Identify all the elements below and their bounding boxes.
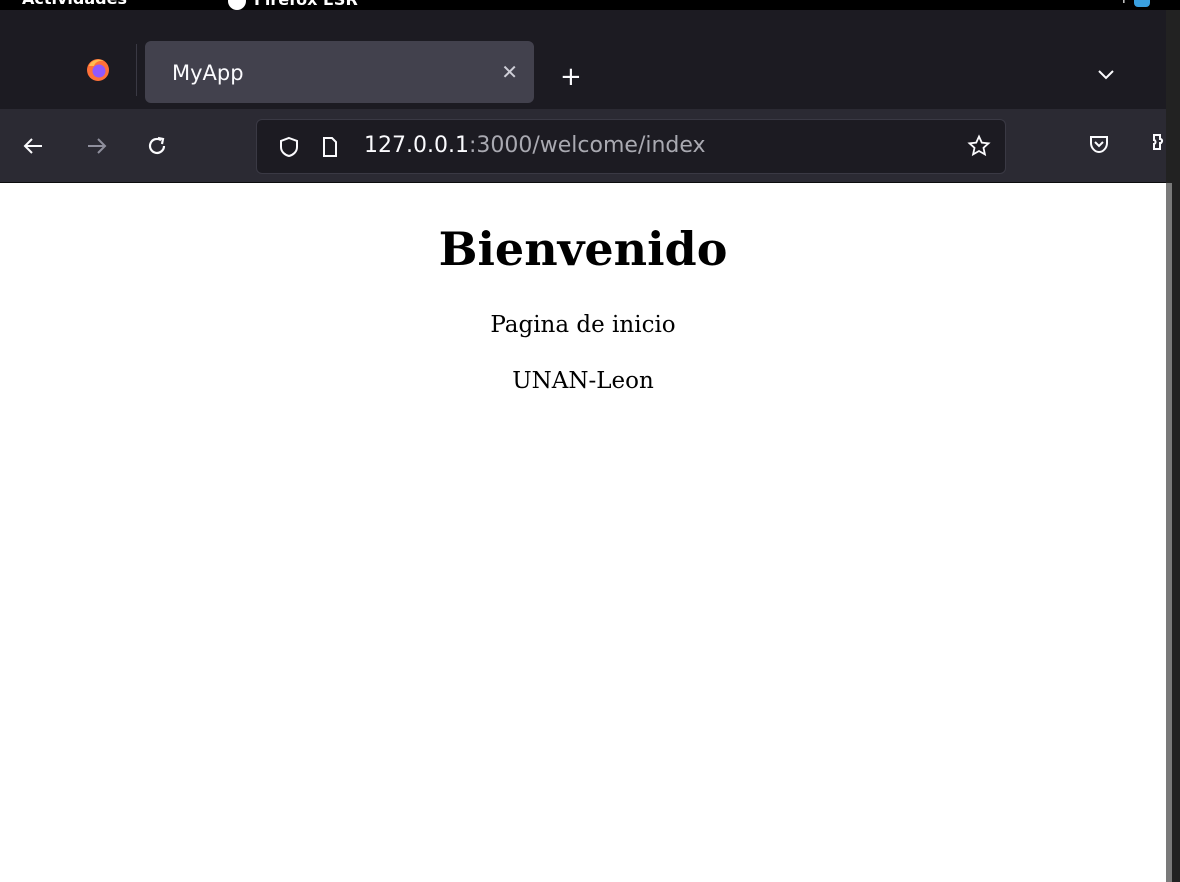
star-icon[interactable] [967, 134, 991, 162]
chevron-down-icon[interactable] [1096, 66, 1116, 85]
url-text[interactable]: 127.0.0.1:3000/welcome/index [364, 133, 706, 158]
page-content: Bienvenido Pagina de inicio UNAN-Leon [0, 184, 1166, 882]
plus-icon[interactable]: + [560, 64, 582, 90]
notification-icon [1133, 0, 1150, 7]
app-menu-label: Firefox ESR [254, 0, 358, 9]
back-arrow-icon[interactable] [20, 133, 46, 159]
pocket-icon[interactable] [1088, 133, 1110, 159]
window-edge [1166, 10, 1180, 882]
tray-plus-icon: + [1118, 0, 1130, 7]
close-icon[interactable]: ✕ [501, 61, 518, 83]
os-top-bar: Actividades Firefox ESR + [0, 0, 1180, 10]
tab-strip-divider [136, 44, 137, 96]
firefox-app-icon [228, 0, 246, 10]
tab-title: MyApp [172, 61, 244, 85]
firefox-icon [87, 59, 109, 81]
extensions-icon[interactable] [1150, 131, 1166, 161]
tab-myapp[interactable]: MyApp ✕ [145, 41, 534, 103]
url-host: 127.0.0.1 [364, 133, 469, 158]
shield-icon[interactable] [279, 136, 299, 162]
page-institution: UNAN-Leon [512, 368, 654, 394]
page-heading: Bienvenido [438, 222, 728, 276]
scrollbar[interactable] [1166, 183, 1172, 882]
url-path: :3000/welcome/index [468, 133, 706, 158]
activities-button[interactable]: Actividades [22, 0, 127, 8]
page-icon[interactable] [321, 136, 339, 162]
reload-icon[interactable] [144, 133, 170, 159]
system-tray[interactable]: + [1118, 0, 1150, 7]
page-subtitle: Pagina de inicio [490, 312, 676, 338]
tab-strip: MyApp ✕ + [0, 10, 1180, 109]
forward-arrow-icon[interactable] [84, 133, 110, 159]
firefox-view-button[interactable] [78, 50, 118, 90]
url-bar[interactable]: 127.0.0.1:3000/welcome/index [256, 119, 1006, 174]
app-menu[interactable]: Firefox ESR [228, 0, 358, 10]
nav-bar: 127.0.0.1:3000/welcome/index [0, 109, 1180, 183]
